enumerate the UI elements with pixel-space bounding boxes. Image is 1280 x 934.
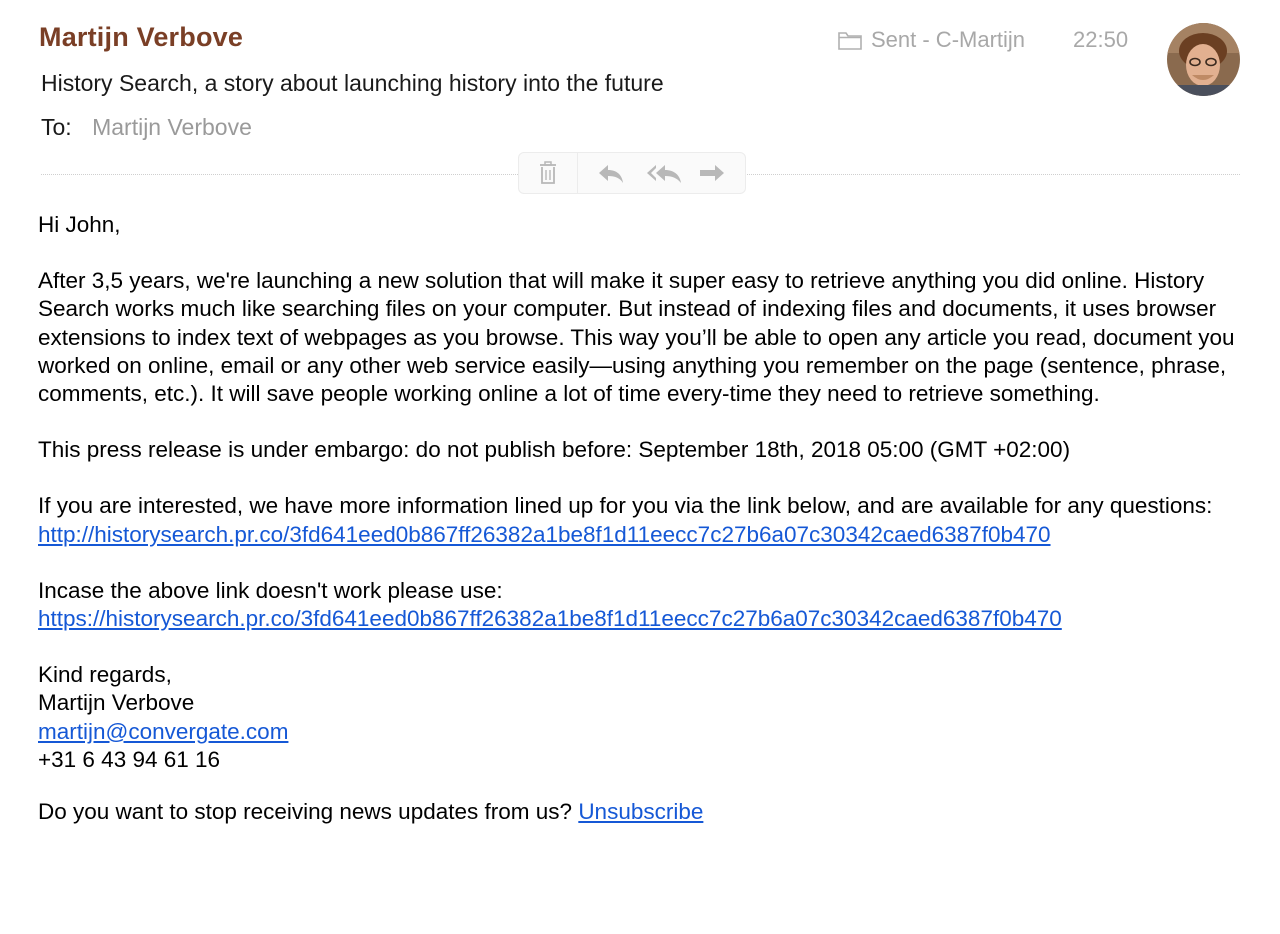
delete-button[interactable] xyxy=(518,152,578,194)
signature-email-link[interactable]: martijn@convergate.com xyxy=(38,719,288,744)
press-release-link-https[interactable]: https://historysearch.pr.co/3fd641eed0b8… xyxy=(38,606,1062,631)
recipient-row: To: Martijn Verbove xyxy=(41,114,252,141)
message-toolbar xyxy=(518,152,746,194)
closing: Kind regards, xyxy=(38,662,172,688)
signature-phone: +31 6 43 94 61 16 xyxy=(38,746,221,772)
info-text: If you are interested, we have more info… xyxy=(38,493,1213,519)
recipient-name[interactable]: Martijn Verbove xyxy=(92,114,252,140)
email-subject: History Search, a story about launching … xyxy=(41,70,664,96)
fallback-text: Incase the above link doesn't work pleas… xyxy=(38,577,503,603)
trash-icon xyxy=(532,160,564,186)
avatar xyxy=(1167,23,1240,96)
sender-name[interactable]: Martijn Verbove xyxy=(39,22,243,53)
mailbox-label[interactable]: Sent - C-Martijn xyxy=(837,27,1025,53)
signature: Kind regards, Martijn Verbove martijn@co… xyxy=(38,661,1258,774)
info-paragraph: If you are interested, we have more info… xyxy=(38,492,1258,548)
reply-actions xyxy=(578,152,746,194)
embargo-notice: This press release is under embargo: do … xyxy=(38,437,1071,463)
folder-icon xyxy=(837,29,863,51)
greeting: Hi John, xyxy=(38,212,121,237)
message-time: 22:50 xyxy=(1073,27,1129,52)
unsubscribe-prompt: Do you want to stop receiving news updat… xyxy=(38,799,573,825)
to-label: To: xyxy=(41,114,72,140)
message-body: Hi John, After 3,5 years, we're launchin… xyxy=(38,211,1258,854)
body-paragraph: After 3,5 years, we're launching a new s… xyxy=(38,268,1235,407)
forward-icon[interactable] xyxy=(696,160,728,186)
reply-all-icon[interactable] xyxy=(645,160,682,186)
message-header: Martijn Verbove History Search, a story … xyxy=(0,0,1280,200)
mailbox-name: Sent - C-Martijn xyxy=(871,27,1026,52)
reply-icon[interactable] xyxy=(595,160,627,186)
unsubscribe-row: Do you want to stop receiving news updat… xyxy=(38,798,1258,826)
fallback-paragraph: Incase the above link doesn't work pleas… xyxy=(38,577,1258,633)
signature-name: Martijn Verbove xyxy=(38,690,195,716)
press-release-link-http[interactable]: http://historysearch.pr.co/3fd641eed0b86… xyxy=(38,522,1051,547)
unsubscribe-link[interactable]: Unsubscribe xyxy=(578,799,703,824)
